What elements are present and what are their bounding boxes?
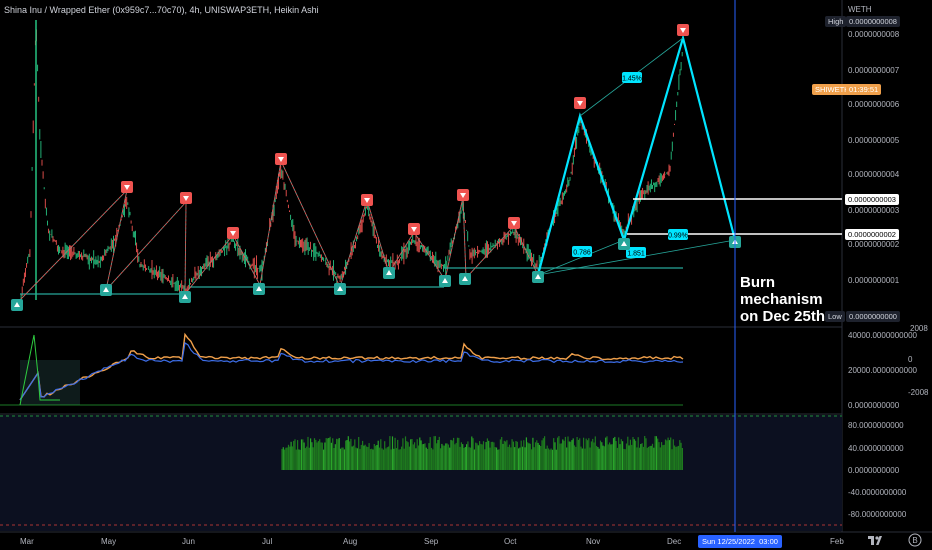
low-label: Low xyxy=(825,311,845,322)
annotation-line-2: on Dec 25th xyxy=(740,308,826,325)
indicator-2-tick: 40.0000000000 xyxy=(848,444,904,453)
time-axis-month: Oct xyxy=(504,537,517,546)
time-axis-month: Sep xyxy=(424,537,439,546)
price-tick: 0.0000000001 xyxy=(848,276,900,285)
indicator-1-right-tick: -2008 xyxy=(908,388,929,397)
svg-text:B: B xyxy=(912,536,917,545)
high-value: 0.0000000008 xyxy=(846,16,900,27)
price-tick: 0.0000000005 xyxy=(848,136,900,145)
annotation-line-1: Burn mechanism xyxy=(740,274,823,308)
level-lower-tag: 0.0000000002 xyxy=(845,229,899,240)
time-axis-month: Feb xyxy=(830,537,844,546)
price-tick: 0.0000000002 xyxy=(848,240,900,249)
indicator-2-tick: -80.0000000000 xyxy=(848,510,907,519)
price-tick: 0.0000000004 xyxy=(848,170,900,179)
price-tick: 0.0000000008 xyxy=(848,30,900,39)
indicator-2-tick: 0.0000000000 xyxy=(848,466,900,475)
crosshair-date-label: Sun 12/25/2022 03:00 xyxy=(698,535,782,548)
indicator-1-right-tick: 2008 xyxy=(910,324,928,333)
pattern-label-top: 1.45% xyxy=(622,76,642,83)
time-axis-month: Dec xyxy=(667,537,682,546)
time-axis-month: Nov xyxy=(586,537,601,546)
indicator-1-tick: 20000.0000000000 xyxy=(848,366,917,375)
price-tick: 0.0000000003 xyxy=(848,206,900,215)
time-axis-month: Jun xyxy=(182,537,195,546)
high-label: High xyxy=(825,16,847,27)
burn-annotation[interactable]: Burn mechanism on Dec 25th xyxy=(740,274,830,325)
support-lines xyxy=(20,267,683,295)
indicator-1-tick: 0.0000000000 xyxy=(848,401,900,410)
indicator-2-tick: 80.0000000000 xyxy=(848,421,904,430)
tradingview-logo-icon[interactable] xyxy=(868,534,882,546)
time-axis-month: May xyxy=(101,537,117,546)
time-axis-month: Jul xyxy=(262,537,273,546)
pattern-label-left: 0.786 xyxy=(573,250,591,257)
volume-oscillator-pane xyxy=(0,415,842,531)
pattern-label-mid: 0.99% xyxy=(668,233,688,240)
price-tick: 0.0000000007 xyxy=(848,66,900,75)
price-candles xyxy=(19,20,683,302)
time-axis-month: Aug xyxy=(343,537,358,546)
symbol-title[interactable]: Shina Inu / Wrapped Ether (0x959c7...70c… xyxy=(4,5,319,15)
pattern-label-right: 1.851 xyxy=(627,251,645,258)
low-value: 0.0000000000 xyxy=(846,311,900,322)
indicator-2-tick: -40.0000000000 xyxy=(848,488,907,497)
chart-settings-icon[interactable]: B xyxy=(908,533,922,547)
level-upper-tag: 0.0000000003 xyxy=(845,194,899,205)
price-axis-currency: WETH xyxy=(848,5,872,14)
time-axis-month: Mar xyxy=(20,537,34,546)
indicator-1-tick: 40000.0000000000 xyxy=(848,331,917,340)
price-tick: 0.0000000006 xyxy=(848,100,900,109)
indicator-1-pane xyxy=(0,332,684,406)
indicator-1-right-tick: 0 xyxy=(908,355,913,364)
symbol-price-countdown: 01:39:51 xyxy=(846,84,882,95)
